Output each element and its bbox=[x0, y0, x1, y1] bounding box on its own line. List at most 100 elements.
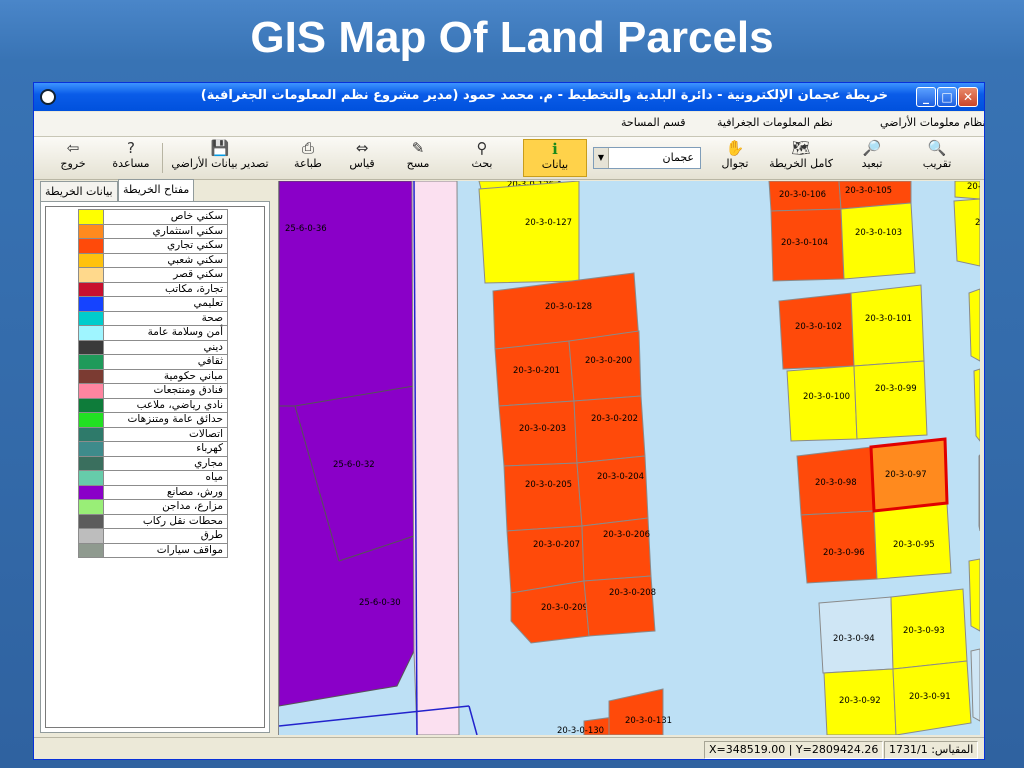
exit-button[interactable]: ⇦ خروج bbox=[52, 139, 94, 177]
legend-row: أمن وسلامة عامة bbox=[78, 325, 228, 341]
parcel-label: 25-6-0-30 bbox=[359, 598, 401, 608]
search-button[interactable]: ⚲ بحث bbox=[452, 139, 512, 177]
legend-label: مواقف سيارات bbox=[103, 542, 228, 558]
parcel[interactable] bbox=[608, 688, 664, 735]
legend-swatch bbox=[78, 354, 104, 370]
parcel[interactable] bbox=[800, 510, 878, 584]
help-icon: ? bbox=[127, 139, 135, 157]
legend-label: سكني خاص bbox=[103, 209, 228, 225]
app-window: خريطة عجمان الإلكترونية - دائرة البلدية … bbox=[33, 82, 985, 760]
parcel[interactable] bbox=[953, 198, 980, 267]
maximize-button[interactable]: □ bbox=[937, 87, 957, 107]
legend-label: سكني قصر bbox=[103, 267, 228, 283]
full-map-label: كامل الخريطة bbox=[769, 157, 833, 170]
help-button[interactable]: ? مساعدة bbox=[106, 139, 156, 177]
parcel-label: 20-3-0-209 bbox=[541, 603, 588, 613]
legend-swatch bbox=[78, 499, 104, 515]
app-icon[interactable] bbox=[40, 89, 56, 105]
parcel-label: 20-3-0-203 bbox=[519, 424, 566, 434]
close-button[interactable]: ✕ bbox=[958, 87, 978, 107]
exit-icon: ⇦ bbox=[66, 139, 80, 157]
printer-icon: ⎙ bbox=[301, 139, 314, 157]
zoom-in-label: تقريب bbox=[922, 157, 952, 170]
zoom-in-button[interactable]: 🔍 تقريب bbox=[914, 139, 960, 177]
legend-row: مياه bbox=[78, 470, 228, 486]
window-title: خريطة عجمان الإلكترونية - دائرة البلدية … bbox=[200, 88, 888, 103]
emirate-select[interactable]: ▼ عجمان bbox=[593, 147, 701, 169]
legend-swatch bbox=[78, 223, 104, 239]
info-icon: ℹ bbox=[552, 140, 558, 158]
pan-button[interactable]: ✋ تجوال bbox=[714, 139, 756, 177]
legend-label: مباني حكومية bbox=[103, 368, 228, 384]
legend-label: نادي رياضي، ملاعب bbox=[103, 397, 228, 413]
menu-survey[interactable]: قسم المساحة bbox=[621, 116, 686, 129]
legend-row: مواقف سيارات bbox=[78, 542, 228, 558]
measure-button[interactable]: ⇔ قياس bbox=[342, 139, 382, 177]
export-button[interactable]: 💾 تصدير بيانات الأراضي bbox=[166, 139, 274, 177]
parcel[interactable] bbox=[581, 517, 652, 582]
toolbar: 🔍 تقريب 🔎 تبعيد 🗺 كامل الخريطة ✋ تجوال ▼… bbox=[34, 137, 984, 180]
parcel[interactable] bbox=[786, 365, 858, 442]
legend-label: كهرباء bbox=[103, 441, 228, 457]
export-label: تصدير بيانات الأراضي bbox=[171, 157, 269, 170]
coordinates-readout: X=348519.00 | Y=2809424.26 bbox=[704, 741, 884, 759]
road-edge bbox=[468, 705, 478, 735]
menu-gis[interactable]: نظم المعلومات الجغرافية bbox=[717, 116, 833, 129]
parcel[interactable] bbox=[978, 454, 980, 532]
parcel[interactable] bbox=[573, 395, 646, 464]
slide-title: GIS Map Of Land Parcels bbox=[250, 13, 774, 62]
parcel-map[interactable]: 20-3-0-126-120-3-0-12720-3-0-12820-3-0-2… bbox=[279, 181, 980, 735]
legend-swatch bbox=[78, 426, 104, 442]
parcel[interactable] bbox=[583, 575, 656, 637]
minimize-button[interactable]: _ bbox=[916, 87, 936, 107]
menu-land-info[interactable]: نظام معلومات الأراضي bbox=[880, 116, 984, 129]
parcel-label: 20-3-0-202 bbox=[591, 414, 638, 424]
parcel-label: 20-3-0-95 bbox=[893, 540, 935, 550]
clear-button[interactable]: ✎ مسح bbox=[396, 139, 440, 177]
data-button[interactable]: ℹ بيانات bbox=[523, 139, 587, 177]
parcel[interactable] bbox=[503, 462, 583, 532]
parcel[interactable] bbox=[576, 455, 649, 527]
parcel[interactable] bbox=[853, 360, 928, 440]
parcel[interactable] bbox=[968, 288, 980, 362]
print-label: طباعة bbox=[294, 157, 322, 170]
legend-label: سكني شعبي bbox=[103, 252, 228, 268]
parcel-label: 20-3-0-92 bbox=[839, 696, 881, 706]
legend-label: سكني استثماري bbox=[103, 223, 228, 239]
map-view[interactable]: 20-3-0-126-120-3-0-12720-3-0-12820-3-0-2… bbox=[278, 181, 980, 735]
full-map-icon: 🗺 bbox=[791, 139, 811, 157]
parcel-label: 20-3-0-100 bbox=[803, 392, 850, 402]
parcel[interactable] bbox=[970, 648, 980, 722]
parcel-label: 20-3-0-204 bbox=[597, 472, 644, 482]
parcel-label: 20-3-0-93 bbox=[903, 626, 945, 636]
save-icon: 💾 bbox=[210, 139, 230, 157]
legend-swatch bbox=[78, 470, 104, 486]
legend-label: طرق bbox=[103, 528, 228, 544]
legend-row: تجارة، مكاتب bbox=[78, 281, 228, 297]
legend-swatch bbox=[78, 441, 104, 457]
parcel[interactable] bbox=[840, 202, 916, 280]
legend-row: ورش، مصانع bbox=[78, 484, 228, 500]
full-map-button[interactable]: 🗺 كامل الخريطة bbox=[766, 139, 836, 177]
tab-legend[interactable]: مفتاح الخريطة bbox=[118, 179, 195, 202]
parcel-label: 20-3-0-97 bbox=[885, 470, 927, 480]
legend-swatch bbox=[78, 267, 104, 283]
parcel[interactable] bbox=[568, 330, 642, 402]
legend-row: سكني استثماري bbox=[78, 223, 228, 239]
title-bar: خريطة عجمان الإلكترونية - دائرة البلدية … bbox=[34, 83, 984, 111]
legend-label: تجارة، مكاتب bbox=[103, 281, 228, 297]
zoom-out-icon: 🔎 bbox=[862, 139, 882, 157]
parcel[interactable] bbox=[850, 284, 925, 367]
legend-row: طرق bbox=[78, 528, 228, 544]
legend-swatch bbox=[78, 325, 104, 341]
parcel[interactable] bbox=[478, 181, 580, 284]
tab-map-data[interactable]: بيانات الخريطة bbox=[40, 181, 118, 202]
parcel-label: 20-3-0-102 bbox=[795, 322, 842, 332]
legend-swatch bbox=[78, 542, 104, 558]
parcel[interactable] bbox=[973, 368, 980, 442]
zoom-out-button[interactable]: 🔎 تبعيد bbox=[849, 139, 895, 177]
parcel[interactable] bbox=[968, 558, 980, 632]
print-button[interactable]: ⎙ طباعة bbox=[288, 139, 328, 177]
legend-row: سكني شعبي bbox=[78, 252, 228, 268]
legend-row: مجاري bbox=[78, 455, 228, 471]
